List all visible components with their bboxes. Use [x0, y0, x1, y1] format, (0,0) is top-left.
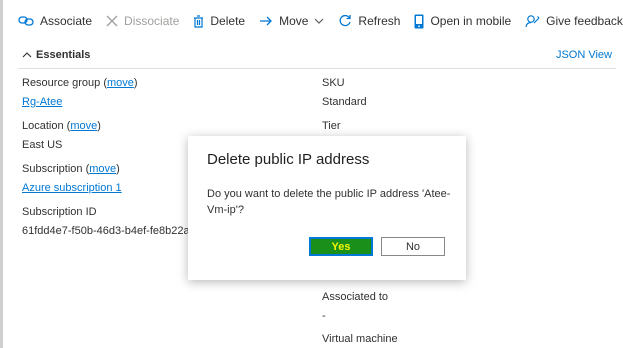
virtual-machine-label: Virtual machine	[322, 333, 398, 345]
associate-label: Associate	[40, 14, 93, 28]
yes-button[interactable]: Yes	[309, 237, 373, 256]
arrow-right-icon	[259, 15, 273, 27]
resource-group-label: Resource group (move)	[22, 77, 138, 89]
trash-icon	[193, 14, 204, 28]
left-edge	[0, 0, 3, 348]
close-paren: )	[97, 120, 101, 132]
give-feedback-button[interactable]: Give feedback	[525, 14, 623, 28]
no-button[interactable]: No	[381, 237, 445, 256]
essentials-header: Essentials JSON View	[18, 44, 616, 69]
dialog-message: Do you want to delete the public IP addr…	[207, 188, 451, 216]
open-in-mobile-label: Open in mobile	[430, 14, 512, 28]
delete-label: Delete	[210, 14, 246, 28]
essentials-title: Essentials	[36, 49, 91, 61]
chevron-up-icon	[22, 49, 32, 61]
subscription-id-value: 61fdd4e7-f50b-46d3-b4ef-fe8b22a	[22, 225, 188, 237]
location-label: Location (move)	[22, 120, 101, 132]
move-button[interactable]: Move	[259, 14, 324, 28]
tier-label: Tier	[322, 120, 341, 132]
associated-to-value: -	[322, 310, 326, 322]
refresh-button[interactable]: Refresh	[338, 14, 400, 28]
subscription-value[interactable]: Azure subscription 1	[22, 182, 122, 194]
chevron-down-icon	[314, 17, 324, 25]
portal-page: Associate Dissociate Delete Move Refresh…	[0, 0, 623, 348]
refresh-icon	[338, 14, 352, 28]
subscription-label-text: Subscription (	[22, 163, 90, 175]
associate-button[interactable]: Associate	[18, 14, 92, 28]
close-paren: )	[133, 77, 138, 89]
open-in-mobile-button[interactable]: Open in mobile	[414, 14, 511, 29]
close-icon	[106, 15, 118, 27]
mobile-icon	[414, 14, 424, 29]
associated-to-label: Associated to	[322, 291, 389, 303]
resource-group-label-text: Resource group (	[22, 77, 107, 89]
refresh-label: Refresh	[358, 14, 401, 28]
location-value: East US	[22, 139, 63, 151]
delete-confirmation-dialog: Delete public IP address Do you want to …	[188, 136, 466, 280]
close-paren: )	[116, 163, 120, 175]
delete-button[interactable]: Delete	[193, 14, 245, 28]
essentials-toggle[interactable]: Essentials	[22, 49, 90, 61]
link-icon	[18, 15, 34, 27]
give-feedback-label: Give feedback	[546, 14, 623, 28]
subscription-move-link[interactable]: move	[89, 163, 116, 175]
dissociate-label: Dissociate	[124, 14, 180, 28]
move-label: Move	[279, 14, 309, 28]
location-label-text: Location (	[22, 120, 71, 132]
json-view-link[interactable]: JSON View	[556, 49, 612, 61]
resource-group-move-link[interactable]: move	[107, 77, 134, 89]
sku-label: SKU	[322, 77, 345, 89]
dialog-title: Delete public IP address	[207, 151, 370, 168]
subscription-id-label: Subscription ID	[22, 206, 97, 218]
resource-group-value[interactable]: Rg-Atee	[22, 96, 62, 108]
subscription-label: Subscription (move)	[22, 163, 120, 175]
dissociate-button[interactable]: Dissociate	[106, 14, 179, 28]
location-move-link[interactable]: move	[70, 120, 97, 132]
feedback-icon	[525, 14, 540, 28]
sku-value: Standard	[322, 96, 367, 108]
command-bar: Associate Dissociate Delete Move Refresh…	[18, 6, 623, 36]
